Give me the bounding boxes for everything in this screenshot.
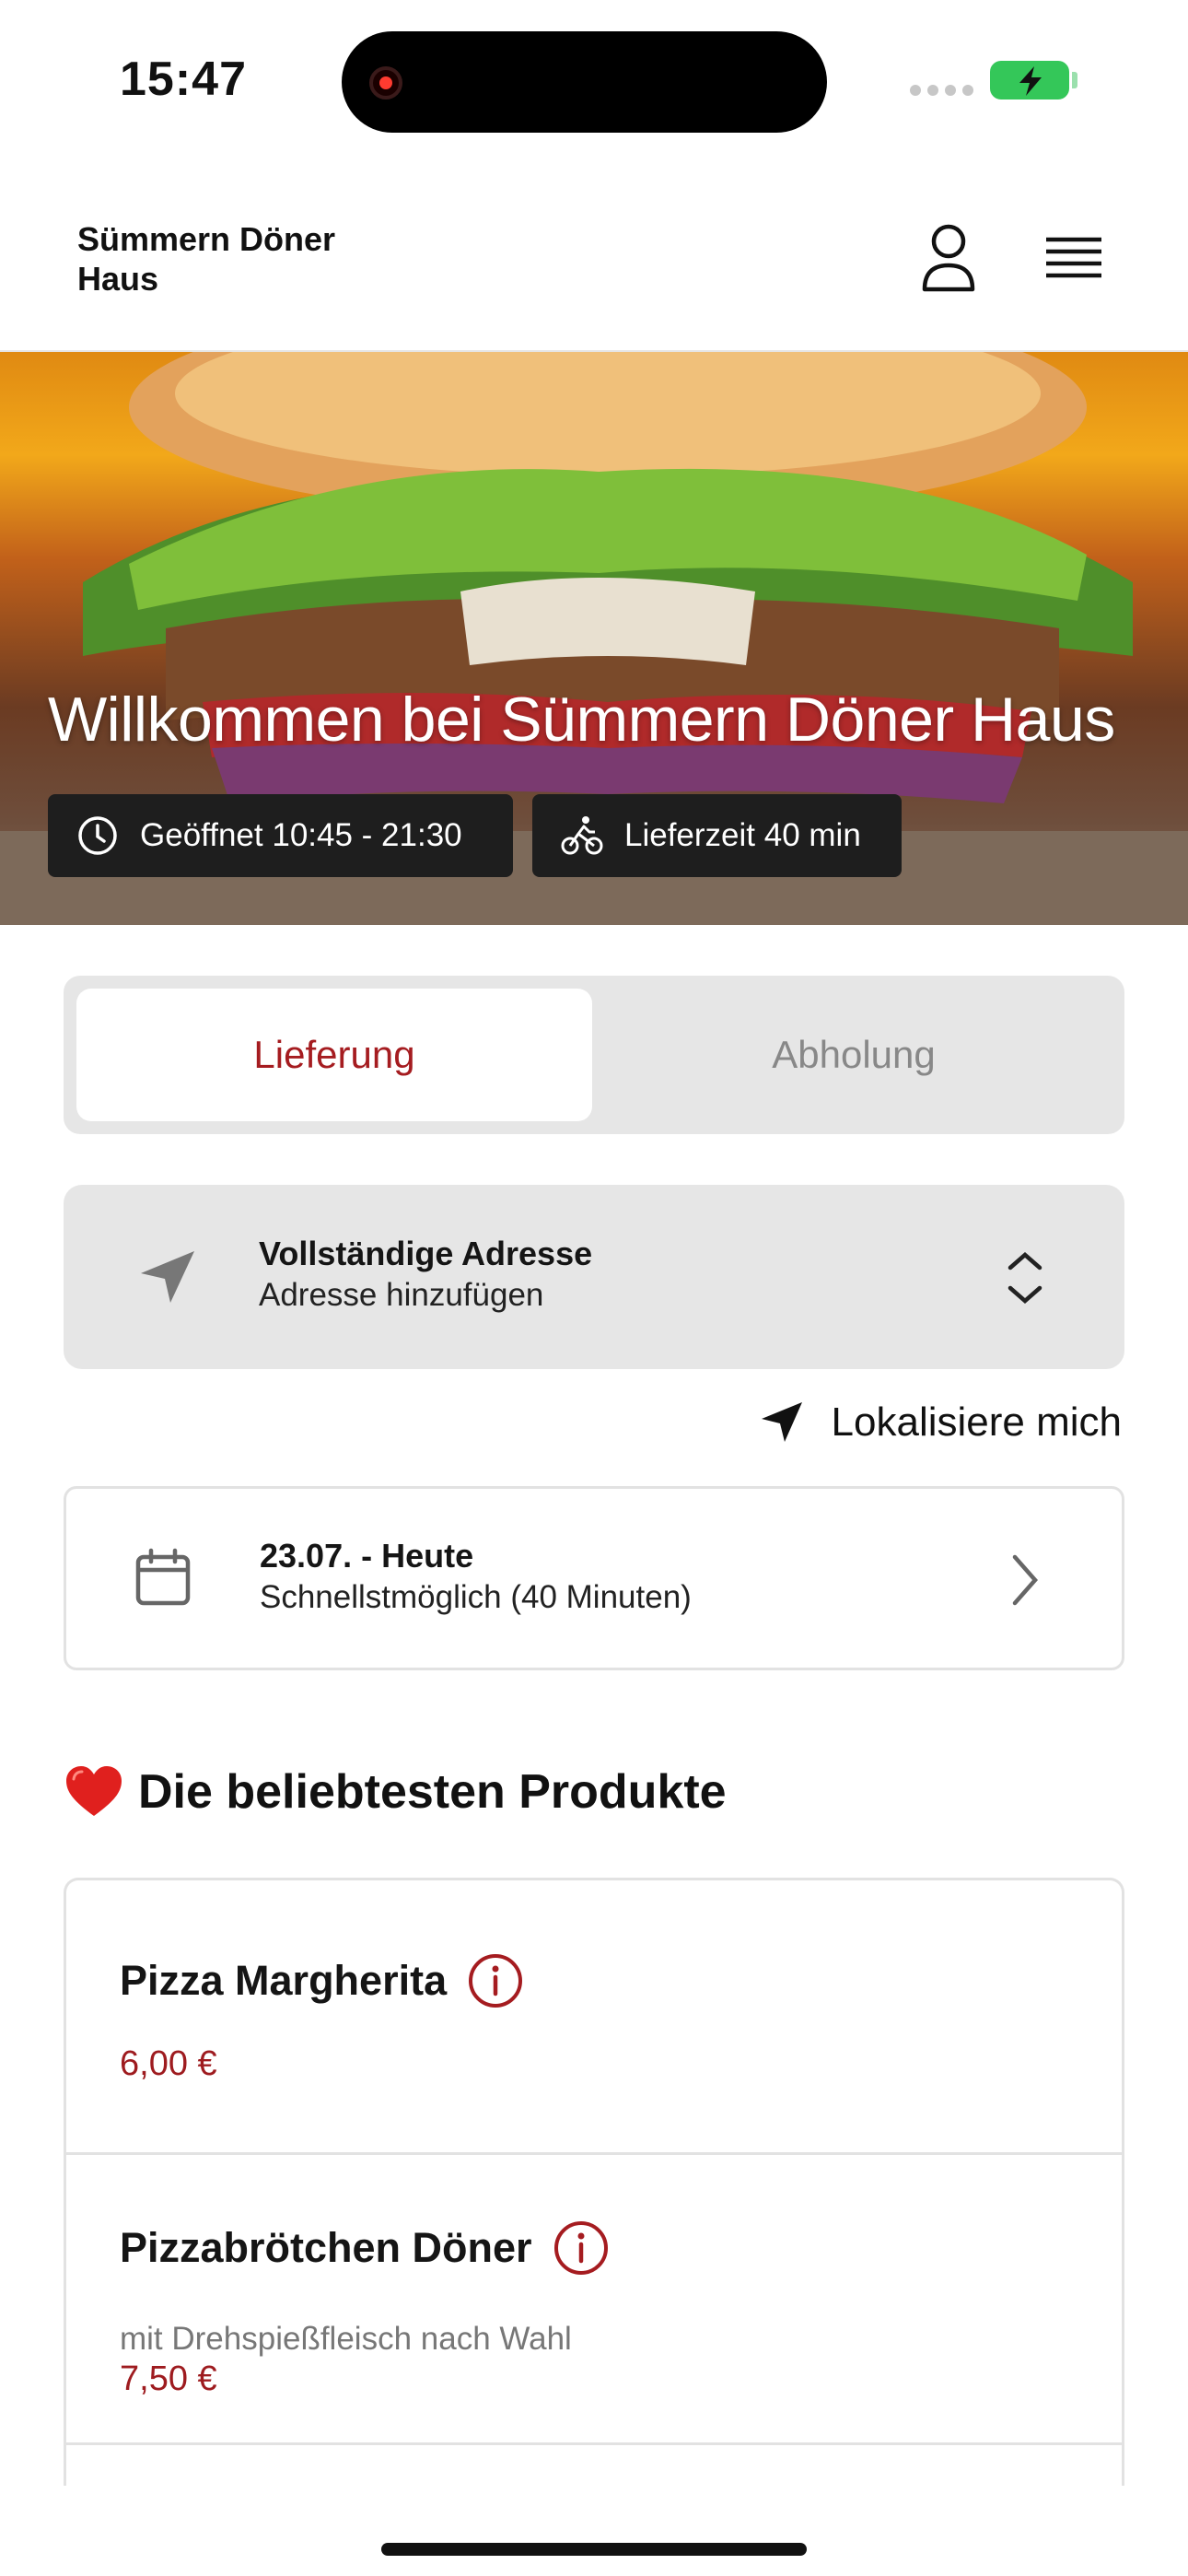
location-arrow-icon [141, 1251, 194, 1303]
opening-hours-badge: Geöffnet 10:45 - 21:30 [48, 794, 513, 877]
user-icon [922, 224, 975, 292]
address-title: Vollständige Adresse [259, 1235, 593, 1272]
schedule-time: Schnellstmöglich (40 Minuten) [260, 1579, 692, 1615]
product-name: Pizzabrötchen Döner [120, 2224, 532, 2271]
tab-delivery[interactable]: Lieferung [76, 989, 592, 1121]
battery-tip [1072, 72, 1077, 88]
app-header: Sümmern Döner Haus [0, 166, 1188, 352]
locate-me-label: Lokalisiere mich [831, 1399, 1122, 1445]
screen-recording-icon [369, 66, 402, 100]
address-selector[interactable]: Vollständige Adresse Adresse hinzufügen [64, 1185, 1124, 1369]
schedule-date: 23.07. - Heute [260, 1537, 474, 1575]
product-name: Pizza Margherita [120, 1957, 448, 2004]
bicycle-icon [561, 816, 603, 855]
menu-button[interactable] [1037, 221, 1111, 295]
hamburger-menu-icon [1046, 237, 1101, 278]
product-item[interactable]: Pizza Margherita 6,00 € [66, 1880, 1122, 2155]
product-price: 7,50 € [120, 2359, 217, 2398]
location-arrow-icon [761, 1402, 802, 1442]
chevron-right-icon [1012, 1554, 1038, 1606]
calendar-icon [135, 1548, 191, 1606]
locate-me-button[interactable]: Lokalisiere mich [758, 1399, 1122, 1446]
product-item[interactable]: Pizzabrötchen Döner mit Drehspießfleisch… [66, 2155, 1122, 2445]
info-icon[interactable] [553, 2219, 610, 2277]
info-icon[interactable] [467, 1952, 524, 2009]
signal-icon [910, 85, 973, 96]
clock-icon [78, 816, 117, 855]
popular-products-title: Die beliebtesten Produkte [138, 1765, 727, 1819]
hero-title: Willkommen bei Sümmern Döner Haus [48, 685, 1115, 755]
schedule-selector[interactable]: 23.07. - Heute Schnellstmöglich (40 Minu… [64, 1486, 1124, 1670]
status-bar: 15:47 [0, 0, 1188, 166]
product-list: Pizza Margherita 6,00 € Pizzabrötchen Dö… [64, 1878, 1124, 2486]
home-indicator[interactable] [381, 2543, 807, 2556]
brand-name[interactable]: Sümmern Döner Haus [77, 219, 390, 299]
opening-hours-text: Geöffnet 10:45 - 21:30 [140, 817, 462, 853]
tab-pickup[interactable]: Abholung [596, 989, 1112, 1121]
order-mode-toggle: Lieferung Abholung [64, 976, 1124, 1134]
address-subtitle: Adresse hinzufügen [259, 1277, 544, 1313]
product-description: mit Drehspießfleisch nach Wahl [120, 2321, 572, 2357]
delivery-time-badge: Lieferzeit 40 min [532, 794, 902, 877]
status-time: 15:47 [120, 53, 247, 106]
product-price: 6,00 € [120, 2044, 217, 2083]
heart-icon [66, 1766, 122, 1816]
hero-banner: Willkommen bei Sümmern Döner Haus Geöffn… [0, 352, 1188, 925]
delivery-time-text: Lieferzeit 40 min [624, 817, 861, 853]
popular-products-heading: Die beliebtesten Produkte [64, 1764, 727, 1820]
battery-charging-icon [990, 61, 1069, 100]
chevron-up-down-icon [1007, 1252, 1042, 1304]
profile-button[interactable] [912, 221, 985, 295]
dynamic-island [342, 31, 827, 133]
